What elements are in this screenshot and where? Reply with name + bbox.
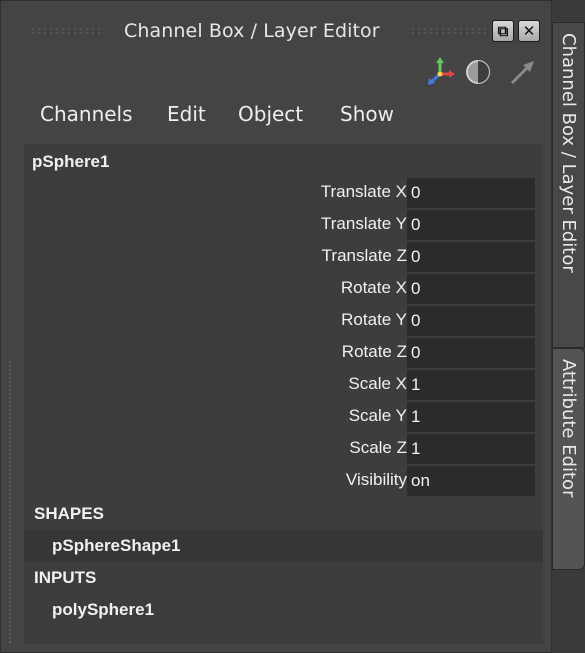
attr-label[interactable]: Translate X — [321, 182, 407, 202]
attr-row-rotate-z[interactable]: Rotate Z 0 — [24, 338, 543, 370]
tab-channel-box-label: Channel Box / Layer Editor — [558, 33, 579, 273]
attr-row-visibility[interactable]: Visibility on — [24, 466, 543, 498]
menu-edit[interactable]: Edit — [167, 102, 206, 126]
attr-value-field[interactable]: 0 — [407, 274, 535, 304]
attr-row-translate-z[interactable]: Translate Z 0 — [24, 242, 543, 274]
tab-attribute-editor-label: Attribute Editor — [558, 359, 579, 498]
attr-label[interactable]: Scale Y — [349, 406, 407, 426]
shape-name[interactable]: pSphereShape1 — [52, 536, 181, 556]
attr-label[interactable]: Scale Z — [349, 438, 407, 458]
node-name[interactable]: pSphere1 — [32, 152, 109, 172]
attr-row-translate-y[interactable]: Translate Y 0 — [24, 210, 543, 242]
axis-manipulator-icon[interactable] — [424, 56, 456, 88]
tab-channel-box[interactable]: Channel Box / Layer Editor — [552, 22, 585, 348]
menu-show[interactable]: Show — [340, 102, 394, 126]
toolbar-icons — [0, 56, 552, 92]
section-shapes: SHAPES — [24, 498, 543, 530]
attr-label[interactable]: Visibility — [346, 470, 407, 490]
attr-label[interactable]: Scale X — [348, 374, 407, 394]
close-window-button[interactable]: ✕ — [518, 20, 540, 42]
shape-item[interactable]: pSphereShape1 — [24, 530, 543, 562]
attr-row-scale-z[interactable]: Scale Z 1 — [24, 434, 543, 466]
window-title: Channel Box / Layer Editor — [124, 20, 380, 42]
attr-value-field[interactable]: 0 — [407, 338, 535, 368]
attr-row-translate-x[interactable]: Translate X 0 — [24, 178, 543, 210]
tab-attribute-editor[interactable]: Attribute Editor — [552, 348, 585, 570]
attr-label[interactable]: Translate Z — [322, 246, 407, 266]
shading-icon[interactable] — [462, 56, 494, 88]
channel-box-panel: Channel Box / Layer Editor ⧉ ✕ Channels … — [0, 0, 552, 653]
attr-label[interactable]: Rotate X — [341, 278, 407, 298]
attr-row-scale-x[interactable]: Scale X 1 — [24, 370, 543, 402]
attr-label[interactable]: Translate Y — [321, 214, 407, 234]
section-shapes-header: SHAPES — [34, 504, 104, 523]
input-name[interactable]: polySphere1 — [52, 600, 154, 620]
channel-list: pSphere1 Translate X 0 Translate Y 0 Tra… — [24, 144, 543, 644]
attr-value-field[interactable]: 0 — [407, 210, 535, 240]
attr-value-field[interactable]: 0 — [407, 242, 535, 272]
menu-bar: Channels Edit Object Show — [0, 98, 552, 132]
attr-value-field[interactable]: 0 — [407, 178, 535, 208]
attr-value-field[interactable]: 1 — [407, 370, 535, 400]
attr-value-field[interactable]: 1 — [407, 434, 535, 464]
title-grip-right[interactable] — [410, 27, 488, 35]
attr-row-rotate-y[interactable]: Rotate Y 0 — [24, 306, 543, 338]
input-item[interactable]: polySphere1 — [24, 594, 543, 626]
title-grip-left[interactable] — [30, 27, 102, 35]
arrow-icon[interactable] — [506, 56, 538, 88]
attr-value-field[interactable]: on — [407, 466, 535, 496]
attr-label[interactable]: Rotate Y — [341, 310, 407, 330]
menu-channels[interactable]: Channels — [40, 102, 133, 126]
section-inputs: INPUTS — [24, 562, 543, 594]
float-window-button[interactable]: ⧉ — [492, 20, 514, 42]
section-inputs-header: INPUTS — [34, 568, 97, 587]
attr-value-field[interactable]: 0 — [407, 306, 535, 336]
attr-label[interactable]: Rotate Z — [342, 342, 407, 362]
menu-object[interactable]: Object — [238, 102, 303, 126]
resize-grip[interactable] — [8, 360, 12, 645]
side-tab-strip: Channel Box / Layer Editor Attribute Edi… — [552, 0, 585, 653]
attr-value-field[interactable]: 1 — [407, 402, 535, 432]
attr-row-rotate-x[interactable]: Rotate X 0 — [24, 274, 543, 306]
attr-row-scale-y[interactable]: Scale Y 1 — [24, 402, 543, 434]
title-bar[interactable]: Channel Box / Layer Editor ⧉ ✕ — [0, 14, 552, 50]
